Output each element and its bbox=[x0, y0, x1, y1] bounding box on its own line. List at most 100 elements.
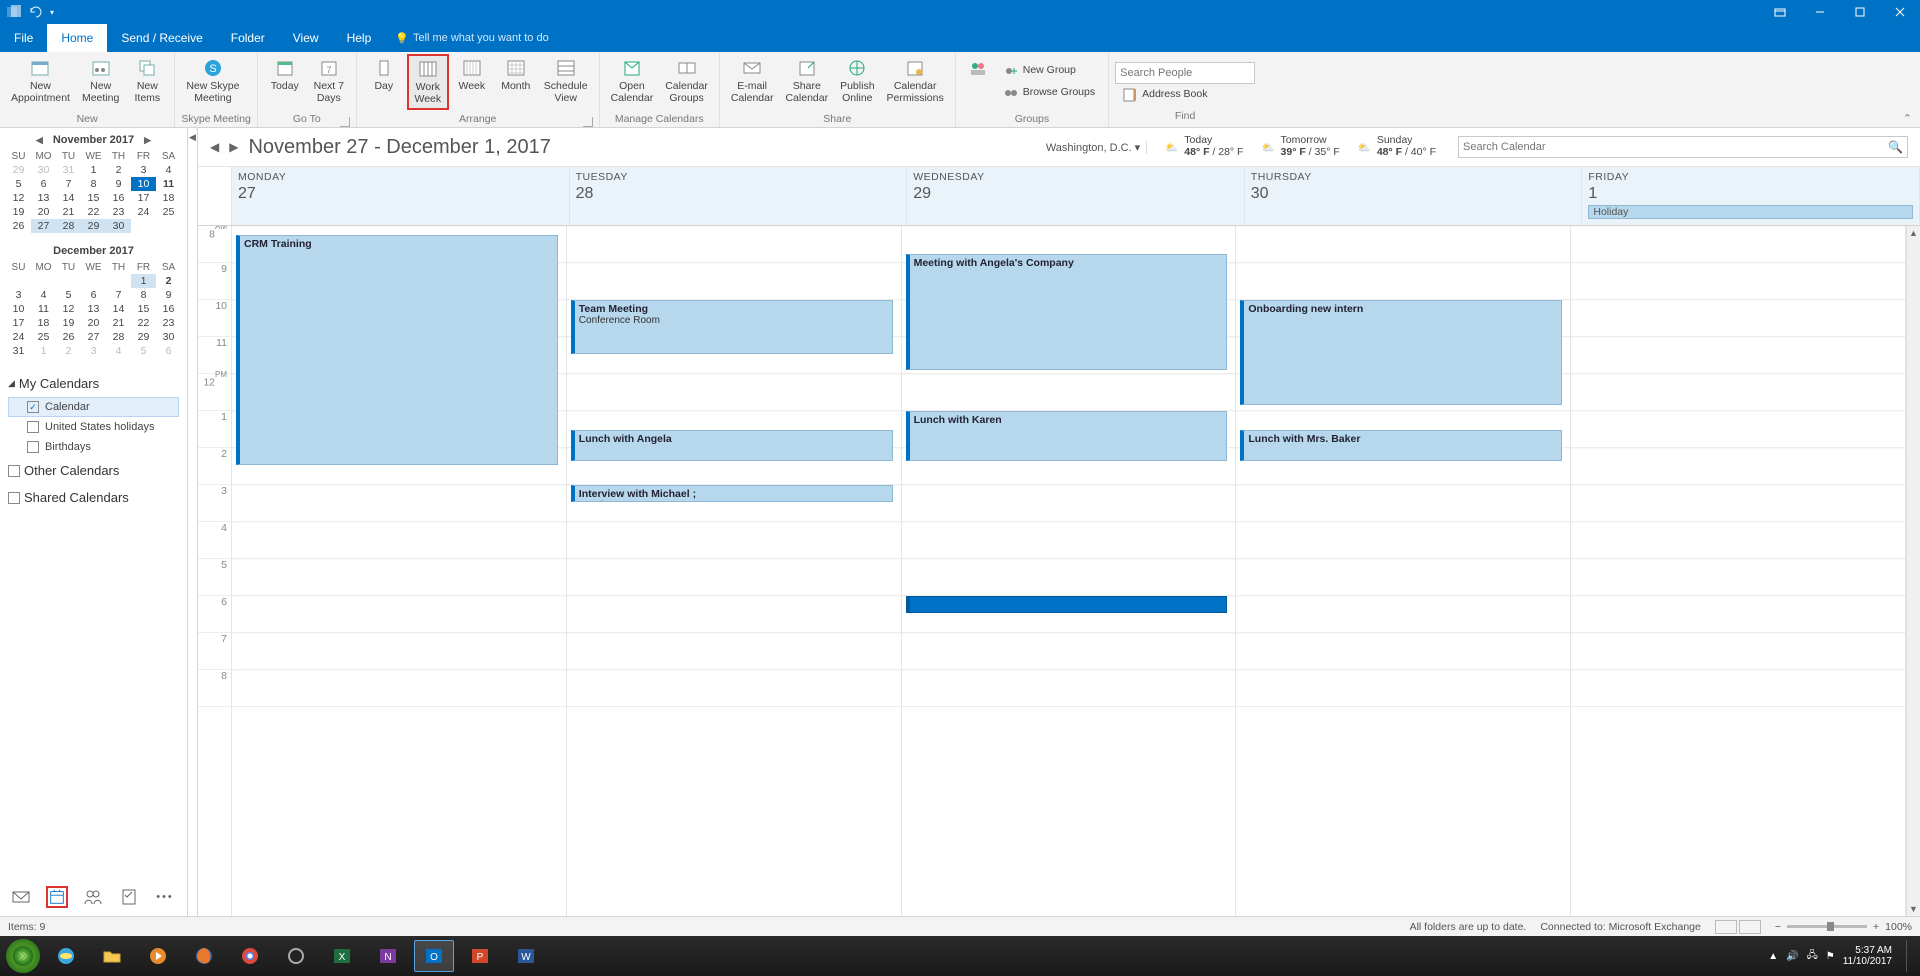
tab-help[interactable]: Help bbox=[333, 24, 386, 52]
search-calendar-input[interactable] bbox=[1463, 141, 1888, 153]
word-icon[interactable]: W bbox=[506, 940, 546, 972]
people-nav-icon[interactable] bbox=[82, 886, 104, 908]
tab-send-receive[interactable]: Send / Receive bbox=[107, 24, 216, 52]
calendar-list-item[interactable]: United States holidays bbox=[8, 417, 179, 437]
time-grid[interactable]: 8AM9101112PM12345678 CRM TrainingTeam Me… bbox=[198, 226, 1906, 916]
zoom-control[interactable]: − + 100% bbox=[1775, 921, 1912, 933]
mini-day[interactable]: 26 bbox=[6, 219, 31, 233]
mini-day[interactable]: 29 bbox=[81, 219, 106, 233]
mini-day[interactable]: 12 bbox=[56, 302, 81, 316]
tell-me[interactable]: 💡 Tell me what you want to do bbox=[385, 24, 558, 52]
work-week-view-button[interactable]: Work Week bbox=[407, 54, 449, 110]
calendar-event[interactable]: Onboarding new intern bbox=[1240, 300, 1562, 405]
mini-day[interactable]: 25 bbox=[156, 205, 181, 219]
calendar-event[interactable]: Interview with Michael ;Meeting Room 3 bbox=[571, 485, 893, 502]
mini-day[interactable]: 18 bbox=[31, 316, 56, 330]
mini-day[interactable]: 21 bbox=[106, 316, 131, 330]
mini-day[interactable]: 12 bbox=[6, 191, 31, 205]
mini-day[interactable]: 7 bbox=[56, 177, 81, 191]
mini-day[interactable]: 31 bbox=[6, 344, 31, 358]
mini-day[interactable]: 1 bbox=[31, 344, 56, 358]
vertical-scrollbar[interactable]: ▲ ▼ bbox=[1906, 226, 1920, 916]
tab-folder[interactable]: Folder bbox=[217, 24, 279, 52]
search-icon[interactable]: 🔍 bbox=[1888, 140, 1903, 154]
mail-nav-icon[interactable] bbox=[10, 886, 32, 908]
checkbox-icon[interactable] bbox=[27, 421, 39, 433]
search-people-input[interactable] bbox=[1115, 62, 1255, 84]
chrome-icon[interactable] bbox=[230, 940, 270, 972]
mini-day[interactable]: 2 bbox=[106, 163, 131, 177]
mini-day[interactable]: 25 bbox=[31, 330, 56, 344]
day-header[interactable]: WEDNESDAY29 bbox=[907, 167, 1245, 225]
mini-day[interactable]: 29 bbox=[131, 330, 156, 344]
calendar-event[interactable]: CRM Training bbox=[236, 235, 558, 464]
mini-day[interactable]: 7 bbox=[106, 288, 131, 302]
mini-day[interactable]: 16 bbox=[106, 191, 131, 205]
mini-day[interactable]: 4 bbox=[31, 288, 56, 302]
mini-day[interactable]: 6 bbox=[31, 177, 56, 191]
address-book-button[interactable]: Address Book bbox=[1115, 84, 1255, 106]
new-group-button[interactable]: New Group bbox=[996, 60, 1102, 82]
day-header[interactable]: FRIDAY1Holiday bbox=[1582, 167, 1920, 225]
day-column[interactable]: Meeting with Angela's Company Lunch with … bbox=[902, 226, 1237, 916]
window-close-icon[interactable] bbox=[1880, 0, 1920, 24]
checkbox-empty-icon[interactable] bbox=[8, 492, 20, 504]
qat-customize-icon[interactable]: ▾ bbox=[50, 8, 54, 17]
window-minimize-icon[interactable] bbox=[1800, 0, 1840, 24]
month-view-button[interactable]: Month bbox=[495, 54, 537, 110]
mini-day[interactable]: 3 bbox=[6, 288, 31, 302]
mini-day[interactable]: 20 bbox=[81, 316, 106, 330]
my-calendars-group[interactable]: ◢My Calendars bbox=[8, 370, 179, 397]
calendar-event[interactable] bbox=[906, 596, 1228, 613]
calendar-event[interactable]: Lunch with Karen bbox=[906, 411, 1228, 461]
mini-day[interactable]: 23 bbox=[156, 316, 181, 330]
mini-day[interactable]: 10 bbox=[6, 302, 31, 316]
calendar-event[interactable]: Meeting with Angela's Company bbox=[906, 254, 1228, 370]
explorer-icon[interactable] bbox=[92, 940, 132, 972]
mini-day[interactable]: 5 bbox=[6, 177, 31, 191]
mini-day[interactable]: 4 bbox=[156, 163, 181, 177]
mini-day[interactable]: 20 bbox=[31, 205, 56, 219]
arrange-dialog-launcher-icon[interactable] bbox=[583, 117, 593, 127]
system-tray[interactable]: ▲ 🔊 🖧 ⚑ 5:37 AM 11/10/2017 bbox=[1768, 940, 1914, 972]
next7-button[interactable]: 7Next 7 Days bbox=[308, 54, 350, 110]
tray-flag-icon[interactable]: ⚑ bbox=[1826, 951, 1835, 962]
mini-day[interactable]: 30 bbox=[31, 163, 56, 177]
weather-location[interactable]: Washington, D.C. ▾ bbox=[1046, 141, 1147, 154]
mini-day[interactable]: 26 bbox=[56, 330, 81, 344]
firefox-icon[interactable] bbox=[184, 940, 224, 972]
mini-day[interactable]: 19 bbox=[6, 205, 31, 219]
share-calendar-button[interactable]: Share Calendar bbox=[780, 54, 833, 110]
mini-day[interactable]: 2 bbox=[56, 344, 81, 358]
cortana-icon[interactable] bbox=[276, 940, 316, 972]
ie-icon[interactable] bbox=[46, 940, 86, 972]
tray-up-icon[interactable]: ▲ bbox=[1768, 951, 1778, 962]
day-header[interactable]: MONDAY27 bbox=[232, 167, 570, 225]
zoom-out-icon[interactable]: − bbox=[1775, 921, 1781, 933]
mini-day[interactable]: 4 bbox=[106, 344, 131, 358]
tab-home[interactable]: Home bbox=[47, 24, 107, 52]
start-button[interactable] bbox=[6, 939, 40, 973]
mini-day[interactable]: 13 bbox=[31, 191, 56, 205]
mini-day[interactable]: 6 bbox=[156, 344, 181, 358]
weather-day[interactable]: ⛅Sunday48° F / 40° F bbox=[1358, 135, 1436, 158]
view-normal-icon[interactable] bbox=[1715, 920, 1737, 934]
day-column[interactable]: CRM Training bbox=[232, 226, 567, 916]
shared-calendars-group[interactable]: Shared Calendars bbox=[8, 484, 179, 511]
calendar-nav-icon[interactable] bbox=[46, 886, 68, 908]
day-column[interactable]: Onboarding new internLunch with Mrs. Bak… bbox=[1236, 226, 1571, 916]
mini-day[interactable]: 22 bbox=[131, 316, 156, 330]
mini-day[interactable]: 24 bbox=[131, 205, 156, 219]
checkbox-icon[interactable] bbox=[27, 441, 39, 453]
tab-file[interactable]: File bbox=[0, 24, 47, 52]
calendar-event[interactable]: Lunch with Angela bbox=[571, 430, 893, 461]
window-maximize-icon[interactable] bbox=[1840, 0, 1880, 24]
more-nav-icon[interactable]: ••• bbox=[154, 886, 176, 908]
allday-event[interactable]: Holiday bbox=[1588, 205, 1913, 219]
next-week-icon[interactable]: ▶ bbox=[229, 140, 238, 154]
calendar-list-item[interactable]: ✓Calendar bbox=[8, 397, 179, 417]
mini-day[interactable]: 15 bbox=[81, 191, 106, 205]
mini-day[interactable]: 13 bbox=[81, 302, 106, 316]
publish-online-button[interactable]: Publish Online bbox=[835, 54, 879, 110]
collapse-ribbon-icon[interactable]: ⌃ bbox=[1903, 112, 1912, 125]
